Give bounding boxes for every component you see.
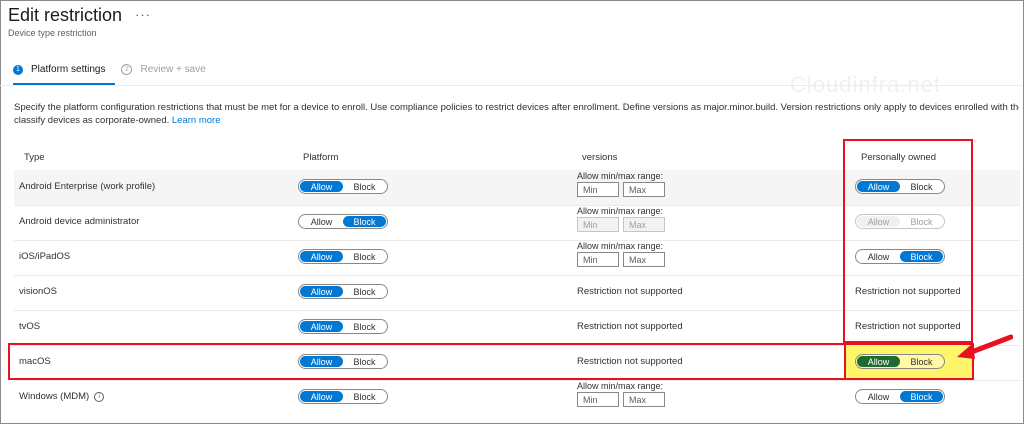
version-range: Allow min/max range: Min Max	[577, 381, 669, 407]
block-option[interactable]: Block	[343, 251, 386, 262]
row-type: Android device administrator	[19, 216, 140, 227]
min-version-input[interactable]: Min	[577, 252, 619, 267]
row-type: tvOS	[19, 321, 41, 332]
wizard-steps: 1 Platform settings 2 Review + save	[13, 64, 222, 75]
min-version-input[interactable]: Min	[577, 392, 619, 407]
learn-more-link[interactable]: Learn more	[172, 115, 221, 126]
block-option[interactable]: Block	[343, 216, 386, 227]
block-option[interactable]: Block	[900, 391, 943, 402]
range-label: Allow min/max range:	[577, 241, 664, 251]
allow-option[interactable]: Allow	[857, 391, 900, 402]
min-version-input: Min	[577, 217, 619, 232]
range-label: Allow min/max range:	[577, 206, 664, 216]
platform-toggle[interactable]: Allow Block	[298, 249, 388, 264]
column-header-platform: Platform	[303, 152, 339, 163]
description: Specify the platform configuration restr…	[14, 101, 1019, 127]
max-version-input[interactable]: Max	[623, 252, 665, 267]
row-type: iOS/iPadOS	[19, 251, 71, 262]
block-option[interactable]: Block	[343, 391, 386, 402]
page-title: Edit restriction	[8, 5, 123, 25]
info-icon[interactable]: i	[94, 391, 105, 402]
version-not-supported: Restriction not supported	[577, 321, 683, 332]
allow-option[interactable]: Allow	[300, 251, 343, 262]
block-option[interactable]: Block	[343, 181, 386, 192]
table-row: Windows (MDM) i Allow Block Allow min/ma…	[14, 380, 1020, 415]
version-range: Allow min/max range: Min Max	[577, 171, 669, 197]
platform-toggle[interactable]: Allow Block	[298, 179, 388, 194]
page-subtitle: Device type restriction	[8, 28, 97, 38]
divider	[0, 85, 1022, 86]
platform-toggle[interactable]: Allow Block	[298, 319, 388, 334]
step-number-icon: 2	[121, 64, 133, 75]
column-header-type: Type	[24, 152, 45, 163]
version-not-supported: Restriction not supported	[577, 286, 683, 297]
row-type: Android Enterprise (work profile)	[19, 181, 156, 192]
more-options-icon[interactable]: ···	[135, 7, 151, 22]
allow-option[interactable]: Allow	[300, 181, 343, 192]
description-line2: classify devices as corporate-owned.	[14, 115, 170, 126]
description-line1: Specify the platform configuration restr…	[14, 102, 1019, 113]
column-header-versions: versions	[582, 152, 618, 163]
version-range: Allow min/max range: Min Max	[577, 241, 669, 267]
min-version-input[interactable]: Min	[577, 182, 619, 197]
platform-toggle[interactable]: Allow Block	[298, 284, 388, 299]
row-type-cell: Windows (MDM) i	[19, 391, 105, 402]
step-review-save[interactable]: 2 Review + save	[121, 64, 206, 75]
personal-toggle[interactable]: Allow Block	[855, 389, 945, 404]
row-type: visionOS	[19, 286, 58, 297]
step-number-icon: 1	[13, 64, 23, 75]
block-option[interactable]: Block	[343, 321, 386, 332]
allow-option[interactable]: Allow	[300, 286, 343, 297]
platform-toggle[interactable]: Allow Block	[298, 389, 388, 404]
step-label: Review + save	[140, 64, 206, 75]
allow-option[interactable]: Allow	[300, 391, 343, 402]
range-label: Allow min/max range:	[577, 381, 664, 391]
allow-option[interactable]: Allow	[300, 216, 343, 227]
annotation-arrow-icon	[957, 334, 1013, 359]
annotation-box-personally-owned	[843, 139, 973, 343]
block-option[interactable]: Block	[343, 286, 386, 297]
max-version-input: Max	[623, 217, 665, 232]
platform-toggle[interactable]: Allow Block	[298, 214, 388, 229]
annotation-box-macos-row	[8, 343, 846, 380]
allow-option[interactable]: Allow	[300, 321, 343, 332]
version-range: Allow min/max range: Min Max	[577, 206, 669, 232]
max-version-input[interactable]: Max	[623, 182, 665, 197]
max-version-input[interactable]: Max	[623, 392, 665, 407]
range-label: Allow min/max range:	[577, 171, 664, 181]
step-platform-settings[interactable]: 1 Platform settings	[13, 64, 105, 75]
row-type: Windows (MDM)	[19, 391, 90, 402]
step-label: Platform settings	[31, 64, 106, 75]
